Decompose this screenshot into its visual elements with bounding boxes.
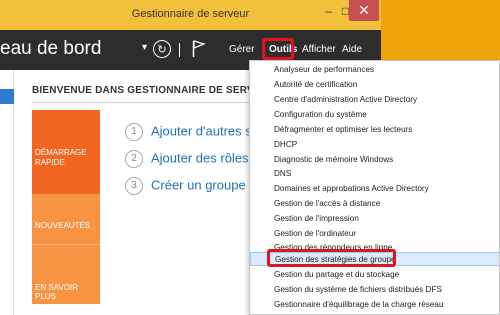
menu-afficher[interactable]: Afficher	[302, 44, 336, 55]
step-label: Ajouter des rôles e	[151, 150, 260, 166]
menu-aide[interactable]: Aide	[342, 44, 362, 55]
flag-icon[interactable]	[192, 40, 206, 58]
menu-item[interactable]: Gestion du partage et du stockage	[250, 268, 499, 282]
refresh-glyph: ↻	[157, 43, 167, 56]
menu-item[interactable]: Domaines et approbations Active Director…	[250, 182, 499, 196]
step-number: 3	[125, 177, 143, 195]
divider	[32, 102, 252, 103]
menu-item[interactable]: Gestion du système de fichiers distribué…	[250, 283, 499, 297]
menu-item[interactable]: Autorité de certification	[250, 78, 499, 92]
menu-item[interactable]: DNS	[250, 167, 499, 181]
menu-item[interactable]: Centre d'administration Active Directory	[250, 93, 499, 107]
outils-highlight	[262, 38, 294, 60]
title-bar[interactable]: Gestionnaire de serveur ‒ □ ✕	[0, 0, 381, 30]
nav-item-dashboard[interactable]	[0, 89, 14, 104]
menu-item[interactable]: Gestion de l'ordinateur	[250, 227, 499, 241]
menu-item[interactable]: Gestion de l'impression	[250, 212, 499, 226]
tools-dropdown-menu: Analyseur de performances Autorité de ce…	[249, 60, 500, 315]
welcome-title: BIENVENUE DANS GESTIONNAIRE DE SERVEUR	[32, 85, 276, 96]
tile-label: EN SAVOIR PLUS	[35, 283, 78, 301]
menu-item[interactable]: Défragmenter et optimiser les lecteurs	[250, 123, 499, 137]
menu-item[interactable]: Diagnostic de mémoire Windows	[250, 153, 499, 167]
breadcrumb: eau de bord	[0, 38, 102, 59]
divider	[179, 43, 180, 57]
tile-label: NOUVEAUTÉS	[35, 221, 91, 230]
menu-item[interactable]: Analyseur de performances	[250, 63, 499, 77]
menu-item[interactable]: Gestion de l'accès à distance	[250, 197, 499, 211]
menu-item[interactable]: Gestionnaire d'équilibrage de la charge …	[250, 298, 499, 312]
tile-quick-start[interactable]: DÉMARRAGE RAPIDE	[32, 110, 100, 194]
tile-learn-more[interactable]: EN SAVOIR PLUS	[32, 244, 100, 304]
step-label: Créer un groupe d	[151, 177, 257, 193]
tile-whats-new[interactable]: NOUVEAUTÉS	[32, 194, 100, 244]
left-navigation	[0, 70, 14, 315]
step-label: Ajouter d'autres se	[151, 123, 259, 139]
step-number: 1	[125, 123, 143, 141]
group-policy-highlight	[267, 249, 396, 267]
step-add-servers[interactable]: 1 Ajouter d'autres se	[125, 123, 259, 141]
refresh-icon[interactable]: ↻	[153, 40, 171, 58]
menu-item[interactable]: Configuration du système	[250, 108, 499, 122]
chevron-down-icon[interactable]: ▾	[142, 42, 147, 53]
tile-label: DÉMARRAGE RAPIDE	[35, 148, 87, 167]
menu-item[interactable]: DHCP	[250, 138, 499, 152]
step-add-roles[interactable]: 2 Ajouter des rôles e	[125, 150, 259, 168]
close-button[interactable]: ✕	[349, 0, 379, 21]
step-create-group[interactable]: 3 Créer un groupe d	[125, 177, 257, 195]
menu-gerer[interactable]: Gérer	[229, 44, 255, 55]
step-number: 2	[125, 150, 143, 168]
